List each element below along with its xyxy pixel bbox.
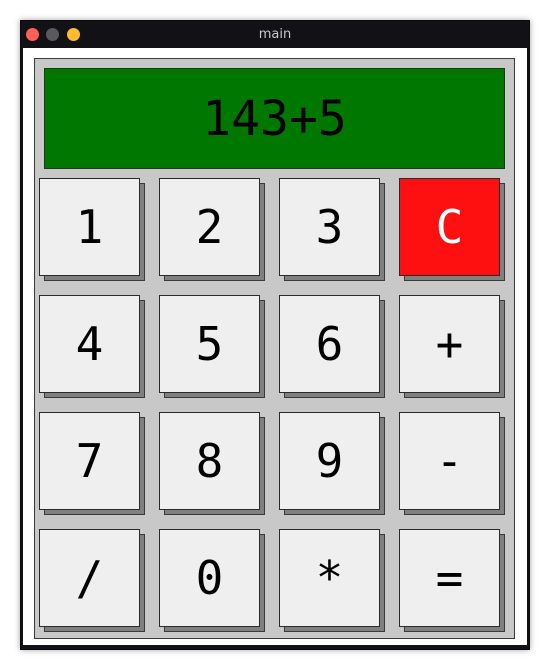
key-8-button[interactable]: 8 xyxy=(159,412,260,510)
key-1-button[interactable]: 1 xyxy=(39,178,140,276)
key-3-button[interactable]: 3 xyxy=(279,178,380,276)
title-bar: main xyxy=(21,21,529,48)
key-7-button[interactable]: 7 xyxy=(39,412,140,510)
equals-button[interactable]: = xyxy=(399,529,500,627)
calculator-display: 143+5 xyxy=(44,68,505,169)
divide-button[interactable]: / xyxy=(39,529,140,627)
plus-button[interactable]: + xyxy=(399,295,500,393)
window-frame-left xyxy=(21,48,23,645)
key-6-button[interactable]: 6 xyxy=(279,295,380,393)
minus-button[interactable]: - xyxy=(399,412,500,510)
window-frame-right xyxy=(527,48,529,645)
clear-button[interactable]: C xyxy=(399,178,500,276)
multiply-button[interactable]: * xyxy=(279,529,380,627)
key-0-button[interactable]: 0 xyxy=(159,529,260,627)
window-frame-bottom xyxy=(21,645,529,649)
key-4-button[interactable]: 4 xyxy=(39,295,140,393)
key-9-button[interactable]: 9 xyxy=(279,412,380,510)
window-title: main xyxy=(258,27,292,42)
key-2-button[interactable]: 2 xyxy=(159,178,260,276)
key-5-button[interactable]: 5 xyxy=(159,295,260,393)
